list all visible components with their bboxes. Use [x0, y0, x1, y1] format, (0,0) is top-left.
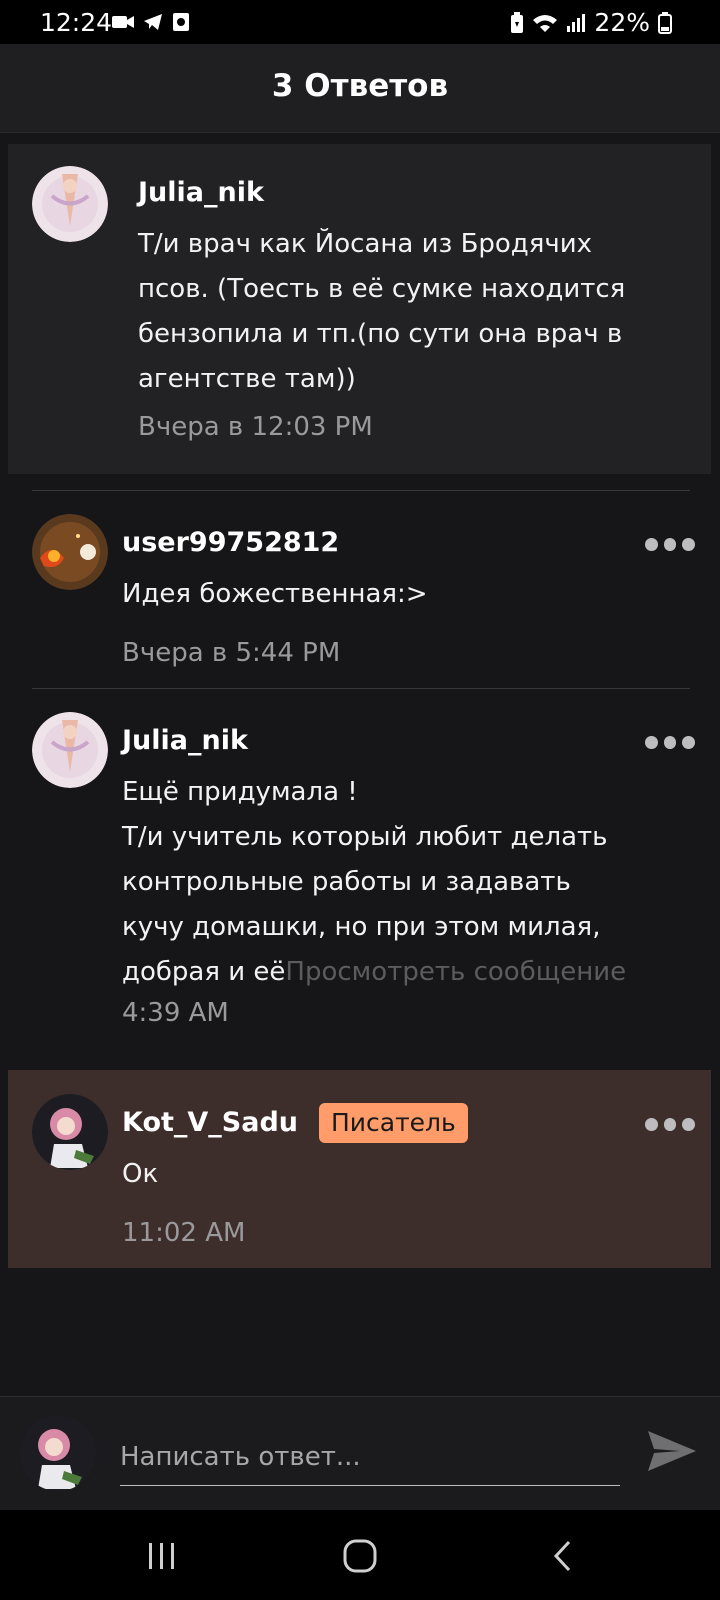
- username[interactable]: Julia_nik: [122, 725, 248, 756]
- battery-icon: [658, 11, 672, 34]
- more-options-icon[interactable]: [645, 733, 696, 751]
- reply-composer: [0, 1396, 720, 1511]
- avatar[interactable]: [32, 712, 108, 788]
- reply-item: Julia_nik Ещё придумала ! Т/и учитель ко…: [0, 688, 720, 1050]
- screenshot-icon: [173, 13, 189, 31]
- username[interactable]: Julia_nik: [138, 177, 264, 208]
- username[interactable]: Kot_V_Sadu: [122, 1107, 298, 1138]
- my-avatar: [20, 1415, 96, 1491]
- video-icon: [112, 16, 134, 28]
- avatar[interactable]: [32, 166, 108, 242]
- home-icon[interactable]: [336, 1532, 384, 1580]
- recent-apps-icon[interactable]: [138, 1532, 186, 1580]
- replies-header: 3 Ответов: [0, 44, 720, 133]
- timestamp: 4:39 AM: [122, 998, 229, 1028]
- telegram-icon: [144, 14, 162, 30]
- writer-badge: Писатель: [319, 1103, 468, 1143]
- comment-text: Т/и врач как Йосана из Бродячих псов. (Т…: [138, 229, 626, 394]
- timestamp: Вчера в 12:03 PM: [138, 412, 373, 442]
- username[interactable]: user99752812: [122, 527, 339, 558]
- system-nav-bar: [0, 1510, 720, 1600]
- comment-text-body: Ещё придумала ! Т/и учитель который люби…: [122, 777, 608, 987]
- comment-text: Идея божественная:>: [122, 579, 428, 609]
- battery-percent: 22%: [594, 8, 650, 37]
- reply-item-highlighted: Kot_V_Sadu Писатель Ок 11:02 AM: [8, 1070, 711, 1268]
- send-icon[interactable]: [646, 1425, 698, 1477]
- back-icon[interactable]: [540, 1532, 588, 1580]
- more-options-icon[interactable]: [645, 535, 696, 553]
- avatar[interactable]: [32, 1094, 108, 1170]
- view-message-link[interactable]: Просмотреть сообщение: [285, 957, 626, 987]
- timestamp: Вчера в 5:44 PM: [122, 638, 341, 668]
- battery-saver-icon: [511, 11, 524, 33]
- timestamp: 11:02 AM: [122, 1218, 246, 1248]
- avatar[interactable]: [32, 514, 108, 590]
- more-options-icon[interactable]: [645, 1115, 696, 1133]
- reply-input[interactable]: [120, 1429, 620, 1486]
- signal-icon: [567, 13, 586, 32]
- status-time: 12:24: [40, 8, 113, 37]
- reply-item: user99752812 Идея божественная:> Вчера в…: [0, 490, 720, 688]
- comment-text: Ок: [122, 1159, 159, 1189]
- status-bar: 12:24 22%: [0, 0, 720, 44]
- wifi-icon: [533, 14, 558, 32]
- comment-text: Ещё придумала ! Т/и учитель который люби…: [122, 770, 692, 995]
- page-title: 3 Ответов: [271, 68, 449, 104]
- parent-comment: Julia_nik Т/и врач как Йосана из Бродячи…: [8, 144, 711, 474]
